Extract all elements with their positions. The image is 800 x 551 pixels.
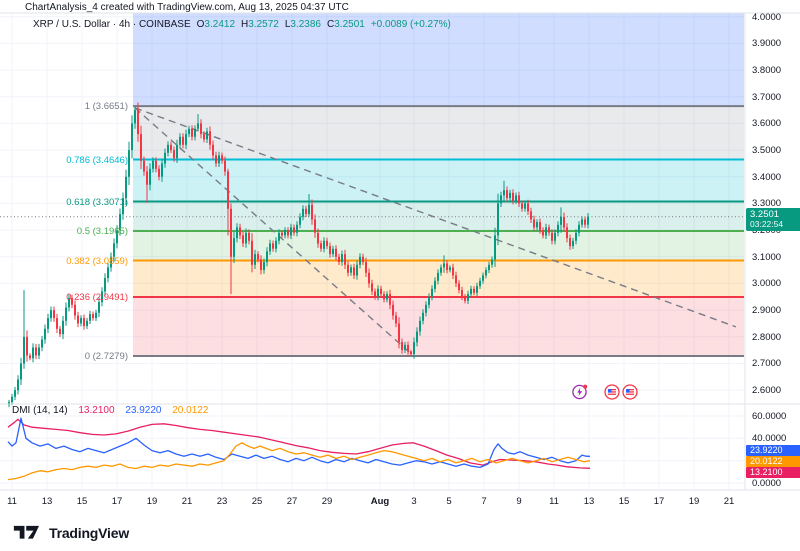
time-axis-label: 13 [583,496,595,507]
change-value: +0.0089 (+0.27%) [370,19,451,30]
bar-countdown: 03:22:54 [750,219,784,229]
price-axis-tick: 2.9000 [752,305,782,316]
fib-label: 0.618 (3.3071) [66,197,128,208]
time-axis-label: 21 [723,496,735,507]
time-axis-label: 19 [146,496,158,507]
time-axis-label: 15 [618,496,630,507]
time-axis-label: 9 [516,496,522,507]
time-axis-label: 17 [111,496,123,507]
snapshot-title: ChartAnalysis_4 created with TradingView… [25,2,349,13]
dmi-axis-tick: 40.0000 [752,433,787,444]
price-axis-tick: 4.0000 [752,12,782,23]
tradingview-chart-snapshot: ChartAnalysis_4 created with TradingView… [0,0,800,551]
time-axis-label: 5 [446,496,452,507]
fib-label: 0.382 (3.0859) [66,256,128,267]
open-value: 3.2412 [204,19,236,30]
time-axis-label: 7 [481,496,487,507]
price-axis-tick: 3.8000 [752,65,782,76]
tradingview-logo-icon [13,525,40,539]
price-axis-tick: 3.6000 [752,118,782,129]
tradingview-logo[interactable]: TradingView [13,524,129,541]
dmi-minus-di-value: 20.0122 [172,405,209,416]
time-axis-label: 23 [216,496,228,507]
tradingview-logo-text: TradingView [49,524,130,541]
minus-di-badge: 20.0122 [746,456,800,467]
event-icons-row [0,383,800,401]
time-axis-label: 3 [411,496,417,507]
price-axis-tick: 2.7000 [752,358,782,369]
fib-label: 0.786 (3.4646) [66,155,128,166]
price-axis-tick: 2.8000 [752,332,782,343]
fib-label: 0.5 (3.1965) [76,226,128,237]
dmi-adx-value: 13.2100 [78,405,115,416]
dmi-axis-tick: 0.0000 [752,478,782,489]
symbol-legend[interactable]: XRP / U.S. Dollar · 4h · COINBASE O3.2412… [33,19,451,30]
price-axis-tick: 3.9000 [752,38,782,49]
price-axis-tick: 3.7000 [752,92,782,103]
time-axis-label: 15 [76,496,88,507]
symbol-description: XRP / U.S. Dollar · 4h · COINBASE [33,19,191,30]
dmi-plot [7,417,591,481]
dmi-name: DMI [12,405,31,416]
price-axis-tick: 3.0000 [752,278,782,289]
plus-di-badge: 23.9220 [746,445,800,456]
dmi-indicator-legend[interactable]: DMI (14, 14) 13.2100 23.9220 20.0122 [12,405,208,416]
us-flag-event-icon[interactable] [621,383,639,401]
time-axis-label: 29 [321,496,333,507]
time-axis-label: 17 [653,496,665,507]
dmi-plus-di-value: 23.9220 [125,405,162,416]
time-axis-label: 21 [181,496,193,507]
fib-label: 0 (2.7279) [84,351,128,362]
time-axis-label: Aug [370,496,390,507]
fib-label: 1 (3.6651) [84,101,128,112]
adx-badge: 13.2100 [746,467,800,478]
dmi-axis-tick: 60.0000 [752,411,787,422]
time-axis-label: 27 [286,496,298,507]
time-axis-label: 13 [41,496,53,507]
time-axis-label: 11 [7,496,17,507]
dmi-params: (14, 14) [33,405,68,416]
fib-bands [133,13,744,356]
time-axis-label: 25 [251,496,263,507]
high-value: 3.2572 [248,19,279,30]
lightning-event-icon[interactable] [571,383,589,401]
price-axis-tick: 3.1000 [752,252,782,263]
fib-label: 0.236 (2.9491) [66,292,128,303]
time-axis-label: 11 [549,496,559,507]
chart-canvas[interactable] [0,0,800,551]
us-flag-event-icon[interactable] [603,383,621,401]
last-price-badge: 3.2501 03:22:54 [746,208,800,231]
low-value: 3.2386 [290,19,321,30]
price-axis-tick: 3.4000 [752,172,782,183]
close-value: 3.2501 [334,19,365,30]
price-axis-tick: 3.5000 [752,145,782,156]
time-axis-label: 19 [688,496,700,507]
